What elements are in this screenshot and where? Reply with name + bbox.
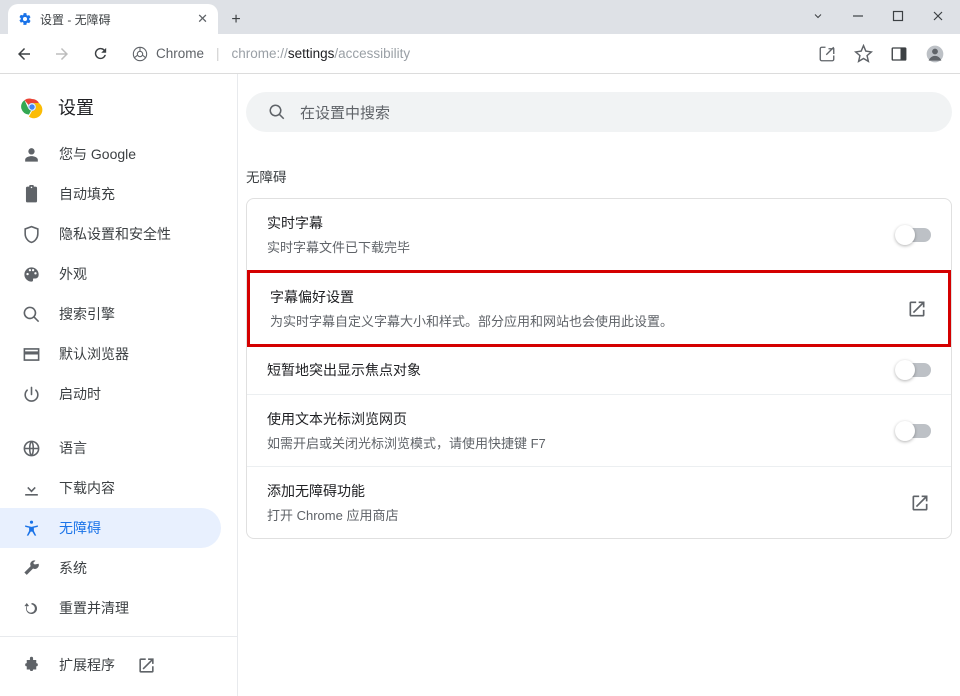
search-icon xyxy=(22,305,41,324)
open-in-new-icon xyxy=(906,298,928,320)
close-icon[interactable]: ✕ xyxy=(197,11,208,27)
row-subtitle: 为实时字幕自定义字幕大小和样式。部分应用和网站也会使用此设置。 xyxy=(270,311,673,330)
accessibility-card: 实时字幕 实时字幕文件已下载完毕 字幕偏好设置 为实时字幕自定义字幕大小和样式。… xyxy=(246,198,952,539)
row-title: 实时字幕 xyxy=(267,213,410,233)
dropdown-caret-icon[interactable] xyxy=(798,2,838,30)
window-titlebar: 设置 - 无障碍 ✕ + xyxy=(0,0,960,34)
settings-title: 设置 xyxy=(58,94,94,120)
sidebar-item-downloads[interactable]: 下载内容 xyxy=(0,468,221,508)
sidebar-item-accessibility[interactable]: 无障碍 xyxy=(0,508,221,548)
sidebar-item-system[interactable]: 系统 xyxy=(0,548,221,588)
share-icon[interactable] xyxy=(810,37,844,71)
shield-icon xyxy=(22,225,41,244)
sidebar-item-default-browser[interactable]: 默认浏览器 xyxy=(0,334,221,374)
tab-title: 设置 - 无障碍 xyxy=(40,11,111,28)
settings-content: 设置 您与 Google 自动填充 隐私设置和安全性 外观 搜索引擎 默认浏览器… xyxy=(0,74,960,696)
wrench-icon xyxy=(22,559,41,578)
omnibox-url: chrome://settings/accessibility xyxy=(232,46,411,61)
omnibox-chip: Chrome xyxy=(156,46,204,61)
clipboard-icon xyxy=(22,185,41,204)
browser-window-icon xyxy=(22,345,41,364)
extensions-icon xyxy=(22,656,41,675)
row-caption-preferences[interactable]: 字幕偏好设置 为实时字幕自定义字幕大小和样式。部分应用和网站也会使用此设置。 xyxy=(247,270,951,347)
row-subtitle: 如需开启或关闭光标浏览模式，请使用快捷键 F7 xyxy=(267,433,546,452)
row-subtitle: 打开 Chrome 应用商店 xyxy=(267,505,398,524)
open-in-new-icon xyxy=(909,492,931,514)
close-window-button[interactable] xyxy=(918,2,958,30)
search-placeholder: 在设置中搜索 xyxy=(300,102,390,123)
toggle-focus-highlight[interactable] xyxy=(897,363,931,377)
sidebar-divider xyxy=(0,636,237,637)
settings-main: 在设置中搜索 无障碍 实时字幕 实时字幕文件已下载完毕 字幕偏好设置 为实时字幕… xyxy=(238,74,960,696)
row-title: 添加无障碍功能 xyxy=(267,481,398,501)
sidebar-item-autofill[interactable]: 自动填充 xyxy=(0,174,221,214)
sidebar-item-reset[interactable]: 重置并清理 xyxy=(0,588,221,628)
settings-sidebar: 设置 您与 Google 自动填充 隐私设置和安全性 外观 搜索引擎 默认浏览器… xyxy=(0,74,238,696)
row-subtitle: 实时字幕文件已下载完毕 xyxy=(267,237,410,256)
row-add-accessibility[interactable]: 添加无障碍功能 打开 Chrome 应用商店 xyxy=(247,467,951,538)
sidebar-item-search-engine[interactable]: 搜索引擎 xyxy=(0,294,221,334)
row-title: 使用文本光标浏览网页 xyxy=(267,409,546,429)
row-title: 字幕偏好设置 xyxy=(270,287,673,307)
sidebar-item-extensions[interactable]: 扩展程序 xyxy=(0,645,221,685)
chrome-logo-icon xyxy=(20,95,44,119)
row-live-caption[interactable]: 实时字幕 实时字幕文件已下载完毕 xyxy=(247,199,951,271)
row-focus-highlight[interactable]: 短暂地突出显示焦点对象 xyxy=(247,346,951,395)
toolbar-actions xyxy=(810,37,952,71)
toggle-live-caption[interactable] xyxy=(897,228,931,242)
sidebar-item-privacy[interactable]: 隐私设置和安全性 xyxy=(0,214,221,254)
gear-icon xyxy=(18,12,32,26)
sidebar-item-appearance[interactable]: 外观 xyxy=(0,254,221,294)
tab-strip: 设置 - 无障碍 ✕ + xyxy=(0,4,250,34)
row-title: 短暂地突出显示焦点对象 xyxy=(267,360,421,380)
profile-avatar-icon[interactable] xyxy=(918,37,952,71)
side-panel-icon[interactable] xyxy=(882,37,916,71)
address-bar[interactable]: Chrome | chrome://settings/accessibility xyxy=(122,39,804,69)
reload-button[interactable] xyxy=(84,38,116,70)
browser-toolbar: Chrome | chrome://settings/accessibility xyxy=(0,34,960,74)
person-icon xyxy=(22,145,41,164)
bookmark-star-icon[interactable] xyxy=(846,37,880,71)
globe-icon xyxy=(22,439,41,458)
settings-header: 设置 xyxy=(0,74,237,134)
browser-tab[interactable]: 设置 - 无障碍 ✕ xyxy=(8,4,218,34)
minimize-button[interactable] xyxy=(838,2,878,30)
search-icon xyxy=(268,103,286,121)
download-icon xyxy=(22,479,41,498)
new-tab-button[interactable]: + xyxy=(222,6,250,34)
open-in-new-icon xyxy=(135,654,157,676)
row-caret-browsing[interactable]: 使用文本光标浏览网页 如需开启或关闭光标浏览模式，请使用快捷键 F7 xyxy=(247,395,951,467)
maximize-button[interactable] xyxy=(878,2,918,30)
search-input[interactable]: 在设置中搜索 xyxy=(246,92,952,132)
window-controls xyxy=(798,2,960,34)
sidebar-item-languages[interactable]: 语言 xyxy=(0,428,221,468)
forward-button[interactable] xyxy=(46,38,78,70)
accessibility-icon xyxy=(22,519,41,538)
restore-icon xyxy=(22,599,41,618)
section-title: 无障碍 xyxy=(238,132,960,198)
chrome-icon xyxy=(132,46,148,62)
sidebar-item-you-and-google[interactable]: 您与 Google xyxy=(0,134,221,174)
palette-icon xyxy=(22,265,41,284)
toggle-caret-browsing[interactable] xyxy=(897,424,931,438)
sidebar-item-on-startup[interactable]: 启动时 xyxy=(0,374,221,414)
power-icon xyxy=(22,385,41,404)
back-button[interactable] xyxy=(8,38,40,70)
